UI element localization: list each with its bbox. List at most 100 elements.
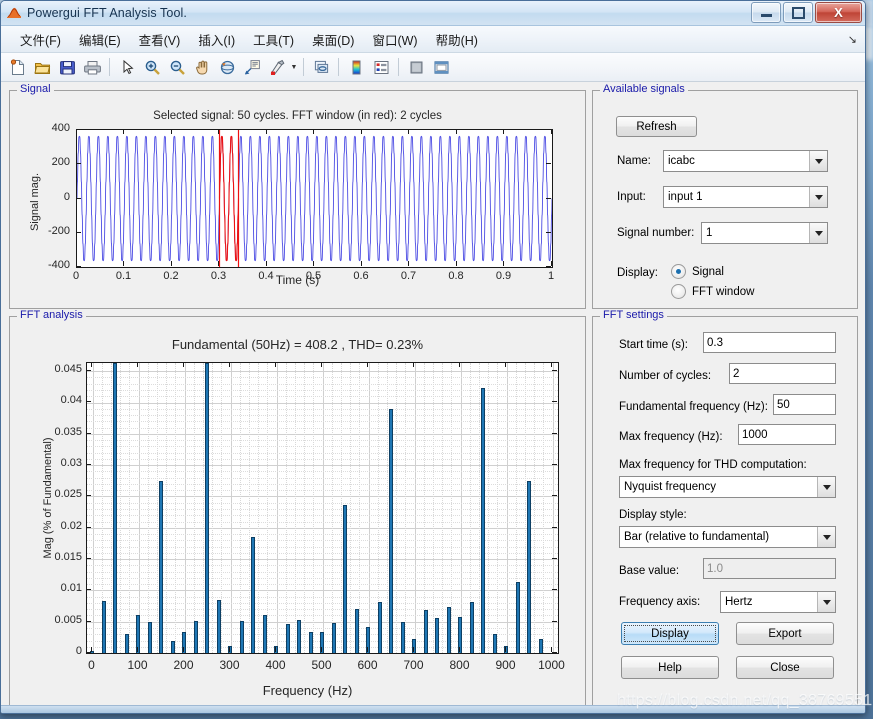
radio-fft-window-indicator [671,284,686,299]
menu-desktop[interactable]: 桌面(D) [303,27,363,52]
menu-overflow-icon[interactable]: ↘ [848,33,857,46]
display-style-label: Display style: [619,509,687,521]
fft-x-tickmark [229,647,230,652]
fft-x-tickmark [458,362,460,367]
maximize-icon [791,6,805,19]
fft-minor-gridline [87,596,558,599]
display-style-dropdown[interactable]: Bar (relative to fundamental) [619,526,836,548]
minimize-button[interactable] [751,2,781,23]
pointer-icon[interactable] [115,55,139,79]
freq-axis-dropdown[interactable]: Hertz [720,591,836,613]
status-strip [1,705,865,713]
fundamental-input[interactable]: 50 [773,394,836,415]
menu-edit[interactable]: 编辑(E) [70,27,130,52]
fft-y-tick-label: 0.045 [54,363,82,376]
legend-icon[interactable] [369,55,393,79]
signal-x-tickmark [360,261,362,266]
signal-y-tickmark [546,197,551,199]
fft-axes[interactable] [86,362,559,654]
signal-x-tickmark [75,261,77,266]
name-dropdown[interactable]: icabc [663,150,828,172]
print-icon[interactable] [80,55,104,79]
fft-bar [308,632,313,653]
fft-minor-gridline [87,408,558,411]
signal-y-tickmark [76,197,81,199]
base-value-input[interactable]: 1.0 [703,558,836,579]
fft-minor-gridline [87,458,558,461]
base-value-label: Base value: [619,565,680,577]
fft-y-tick-label: 0.04 [60,394,82,407]
zoom-out-icon[interactable] [165,55,189,79]
fft-minor-gridline [87,471,558,473]
hide-plot-tools-icon[interactable] [404,55,428,79]
close-dialog-button[interactable]: Close [736,656,834,679]
fft-bar [170,641,175,653]
zoom-in-icon[interactable] [140,55,164,79]
fft-x-tickmark [366,647,368,652]
fft-y-tickmark [86,495,91,497]
colorbar-icon[interactable] [344,55,368,79]
fundamental-label: Fundamental frequency (Hz): [619,401,768,413]
signal-y-tick-label: -200 [47,224,70,237]
fft-bar [285,624,290,653]
menu-view[interactable]: 查看(V) [130,27,190,52]
fft-minor-gridline [87,415,558,417]
brush-dropdown-caret-icon[interactable]: ▼ [290,64,298,71]
show-plot-tools-icon[interactable] [429,55,453,79]
rotate-3d-icon[interactable] [215,55,239,79]
fft-x-tickmark [275,647,276,652]
link-plot-icon[interactable] [309,55,333,79]
start-time-label: Start time (s): [619,339,689,351]
signal-plot-title: Selected signal: 50 cycles. FFT window (… [153,110,442,122]
fft-x-tick-label: 200 [173,658,194,672]
new-figure-icon[interactable] [5,55,29,79]
input-dropdown-value: input 1 [668,191,703,203]
fft-y-tick-label: 0 [75,645,82,657]
fft-minor-gridline [87,396,558,398]
maxfreq-input[interactable]: 1000 [738,424,836,445]
fft-x-tick-label: 0 [88,658,95,672]
signal-waveform [77,130,552,267]
menu-help[interactable]: 帮助(H) [427,27,487,52]
fft-x-tickmark [229,362,230,367]
menu-bar: 文件(F) 编辑(E) 查看(V) 插入(I) 工具(T) 桌面(D) 窗口(W… [1,26,865,53]
signal-y-tick-label: 200 [51,156,70,169]
save-disk-icon[interactable] [55,55,79,79]
start-time-input[interactable]: 0.3 [703,332,836,353]
fft-gridlines [87,363,558,653]
pan-hand-icon[interactable] [190,55,214,79]
menu-window[interactable]: 窗口(W) [363,27,426,52]
fft-y-tickmark [552,526,557,528]
menu-tools[interactable]: 工具(T) [244,27,303,52]
radio-fft-window[interactable]: FFT window [671,284,754,299]
refresh-button[interactable]: Refresh [616,116,697,137]
signal-number-dropdown[interactable]: 1 [701,222,828,244]
fft-minor-gridline [87,571,558,574]
export-button[interactable]: Export [736,622,834,645]
fft-bar [400,621,405,653]
input-dropdown[interactable]: input 1 [663,186,828,208]
fft-minor-gridline [87,490,558,492]
input-label: Input: [617,191,646,203]
display-button[interactable]: Display [621,622,719,645]
signal-x-tickmark [360,129,362,134]
maximize-button[interactable] [783,2,813,23]
close-button[interactable]: X [815,2,862,23]
display-style-dropdown-value: Bar (relative to fundamental) [624,531,770,543]
data-cursor-icon[interactable] [240,55,264,79]
radio-signal[interactable]: Signal [671,264,724,279]
signal-x-tickmark [218,129,219,134]
name-dropdown-value: icabc [668,155,695,167]
open-folder-icon[interactable] [30,55,54,79]
signal-x-axis-label: Time (s) [275,273,320,287]
brush-icon[interactable] [265,55,289,79]
thd-dropdown[interactable]: Nyquist frequency [619,476,836,498]
fft-horizontal-gridline [87,653,558,654]
menu-insert[interactable]: 插入(I) [189,27,244,52]
fft-minor-gridline [87,389,558,392]
menu-file[interactable]: 文件(F) [11,27,70,52]
fft-y-tick-label: 0.005 [54,613,82,626]
help-button[interactable]: Help [621,656,719,679]
signal-axes[interactable] [76,129,553,268]
cycles-input[interactable]: 2 [729,363,836,384]
